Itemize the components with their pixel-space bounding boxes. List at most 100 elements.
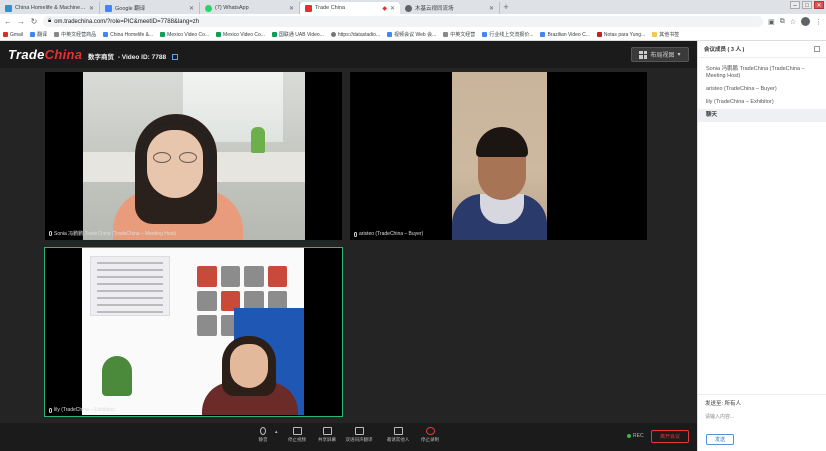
tab-title: Google 翻译 bbox=[115, 6, 146, 12]
translate-favicon-icon bbox=[105, 4, 112, 12]
member-item[interactable]: Sonia 冯鹏鹏 TradeChina (TradeChina – Meeti… bbox=[698, 63, 826, 83]
tab-title: 木基云视同流场 bbox=[415, 6, 454, 12]
bookmark-icon bbox=[387, 32, 393, 37]
interpretation-button[interactable]: 双语同声翻译 bbox=[344, 427, 374, 443]
bookmark-item[interactable]: Notas para Yung... bbox=[596, 32, 645, 38]
share-screen-button[interactable]: 共享屏幕 bbox=[312, 427, 342, 443]
members-header: 会议成员 ( 3 人 ) bbox=[698, 41, 826, 58]
chat-composer: 发送至: 所有人 请输入内容... 发送 bbox=[698, 394, 826, 451]
recording-dot-icon bbox=[627, 434, 631, 438]
video-camera-icon bbox=[292, 427, 302, 435]
microphone-icon bbox=[49, 231, 52, 236]
close-tab-icon[interactable]: ✕ bbox=[289, 5, 294, 12]
members-title: 会议成员 ( 3 人 ) bbox=[704, 47, 745, 53]
browser-tab-google-translate[interactable]: Google 翻译 ✕ bbox=[100, 2, 200, 14]
member-item[interactable]: lily (TradeChina – Exhibitor) bbox=[698, 96, 826, 109]
stop-video-button[interactable]: 停止视频 bbox=[282, 427, 312, 443]
bookmark-icon bbox=[54, 32, 60, 37]
lock-icon: 🔒︎ bbox=[48, 18, 52, 24]
video-tile-exhibitor[interactable]: lily (TradeChina – Exhibitor) bbox=[44, 247, 343, 417]
bookmark-item[interactable]: China Homelife &... bbox=[103, 32, 153, 38]
browser-tab-video-stream[interactable]: 木基云视同流场 ✕ bbox=[400, 2, 500, 14]
globe-favicon-icon bbox=[405, 4, 412, 12]
share-screen-icon bbox=[322, 427, 332, 435]
chevron-down-icon: ▾ bbox=[677, 52, 681, 58]
bookmark-item[interactable]: 中英文经营 bbox=[443, 31, 475, 38]
meeting-name: 数字商贸 bbox=[88, 54, 114, 61]
bookmark-item[interactable]: https://datastadio... bbox=[330, 32, 380, 38]
popout-icon[interactable] bbox=[814, 46, 820, 52]
participant-label: Sonia 冯鹏鹏 TradeChina (TradeChina – Meeti… bbox=[49, 230, 176, 237]
recording-indicator: REC bbox=[627, 433, 644, 439]
bookmark-item[interactable]: 翻译 bbox=[30, 31, 47, 38]
video-tile-buyer[interactable]: aristeo (TradeChina – Buyer) bbox=[350, 72, 647, 240]
gmail-icon bbox=[3, 32, 8, 37]
browser-tab-homelife[interactable]: China Homelife & Machinex 2... ✕ bbox=[0, 2, 100, 14]
globe-icon bbox=[330, 32, 336, 37]
back-arrow-icon[interactable]: ← bbox=[4, 17, 12, 26]
buyer-video-feed bbox=[452, 72, 547, 240]
translate-icon bbox=[30, 32, 36, 37]
stop-recording-button[interactable]: 停止录制 bbox=[415, 427, 445, 443]
new-tab-button[interactable]: + bbox=[500, 2, 512, 14]
member-item[interactable]: aristeo (TradeChina – Buyer) bbox=[698, 83, 826, 96]
folder-icon bbox=[652, 32, 658, 37]
video-tile-host[interactable]: Sonia 冯鹏鹏 TradeChina (TradeChina – Meeti… bbox=[45, 72, 342, 240]
profile-avatar-icon[interactable] bbox=[801, 17, 810, 26]
chat-tab[interactable]: 聊天 bbox=[698, 109, 826, 122]
microphone-icon bbox=[260, 427, 266, 435]
grid-icon bbox=[639, 50, 648, 59]
close-window-icon[interactable]: ✕ bbox=[814, 1, 824, 9]
booth-sign bbox=[90, 256, 170, 316]
invite-button[interactable]: 邀请其他人 bbox=[383, 427, 413, 443]
meeting-toolbar: 静音 ▴ 停止视频 共享屏幕 双语同声翻译 邀请其他人 停止录制 REC 离开会… bbox=[0, 423, 697, 451]
close-tab-icon[interactable]: ✕ bbox=[89, 5, 94, 12]
layout-view-button[interactable]: 布局视图 ▾ bbox=[631, 47, 689, 62]
record-icon bbox=[425, 427, 435, 435]
bookmark-item[interactable]: Mexico Video Co... bbox=[216, 32, 265, 38]
leave-meeting-button[interactable]: 离开会议 bbox=[651, 430, 689, 443]
forward-arrow-icon[interactable]: → bbox=[17, 17, 25, 26]
url-field[interactable]: 🔒︎ om.tradechina.com/?role=PIC&meetID=77… bbox=[43, 16, 764, 27]
tradechina-favicon-icon bbox=[305, 4, 312, 12]
send-button[interactable]: 发送 bbox=[706, 434, 734, 445]
menu-kebab-icon[interactable]: ⋮ bbox=[815, 18, 822, 26]
bookmark-icon bbox=[540, 32, 546, 37]
bookmark-item[interactable]: 国联通 UAB Video... bbox=[271, 31, 324, 38]
bookmark-item[interactable]: Mexico Video Co... bbox=[160, 32, 209, 38]
video-stage: TradeChina 数字商贸 - Video ID: 7788 布局视图 ▾ bbox=[0, 41, 697, 451]
chat-recipient[interactable]: 发送至: 所有人 bbox=[705, 399, 819, 407]
bookmarks-bar: Gmail 翻译 中英文经营商品 China Homelife &... Mex… bbox=[0, 29, 826, 41]
close-tab-icon[interactable]: ✕ bbox=[390, 5, 395, 12]
browser-tab-whatsapp[interactable]: (7) WhatsApp ✕ bbox=[200, 2, 300, 14]
bookmark-item[interactable]: 视频会议 Web 会... bbox=[387, 31, 436, 38]
minimize-icon[interactable]: – bbox=[790, 1, 800, 9]
window-controls: – □ ✕ bbox=[790, 1, 824, 9]
bookmark-item[interactable]: 中英文经营商品 bbox=[54, 31, 96, 38]
close-tab-icon[interactable]: ✕ bbox=[489, 5, 494, 12]
whatsapp-favicon-icon bbox=[205, 4, 212, 12]
site-favicon-icon bbox=[5, 4, 12, 12]
cast-icon[interactable]: ⧉ bbox=[780, 18, 785, 26]
mute-button[interactable]: 静音 bbox=[248, 427, 278, 443]
bookmark-item[interactable]: Brazilian Video C... bbox=[540, 32, 590, 38]
host-video-feed bbox=[83, 72, 305, 240]
chevron-up-icon[interactable]: ▴ bbox=[275, 429, 278, 435]
reload-icon[interactable]: ↻ bbox=[30, 17, 38, 26]
participant-label: lily (TradeChina – Exhibitor) bbox=[49, 407, 116, 413]
browser-tab-trade-china[interactable]: Trade China ◆ ✕ bbox=[300, 2, 400, 14]
chat-input[interactable]: 请输入内容... bbox=[705, 413, 819, 420]
tab-title: Trade China bbox=[315, 5, 346, 11]
other-bookmarks[interactable]: 其他书签 bbox=[652, 31, 679, 38]
tab-title: China Homelife & Machinex 2... bbox=[15, 5, 86, 11]
bookmark-item[interactable]: 行业线上交流报价... bbox=[482, 31, 533, 38]
camera-indicator-icon[interactable]: ▣ bbox=[768, 18, 775, 26]
bookmark-icon bbox=[216, 32, 222, 37]
tradechina-logo: TradeChina bbox=[8, 47, 83, 62]
close-tab-icon[interactable]: ✕ bbox=[189, 5, 194, 12]
bookmark-item[interactable]: Gmail bbox=[3, 32, 23, 38]
star-icon[interactable]: ☆ bbox=[790, 18, 796, 26]
bookmark-icon bbox=[596, 32, 602, 37]
copy-icon[interactable] bbox=[171, 54, 178, 60]
maximize-icon[interactable]: □ bbox=[802, 1, 812, 9]
